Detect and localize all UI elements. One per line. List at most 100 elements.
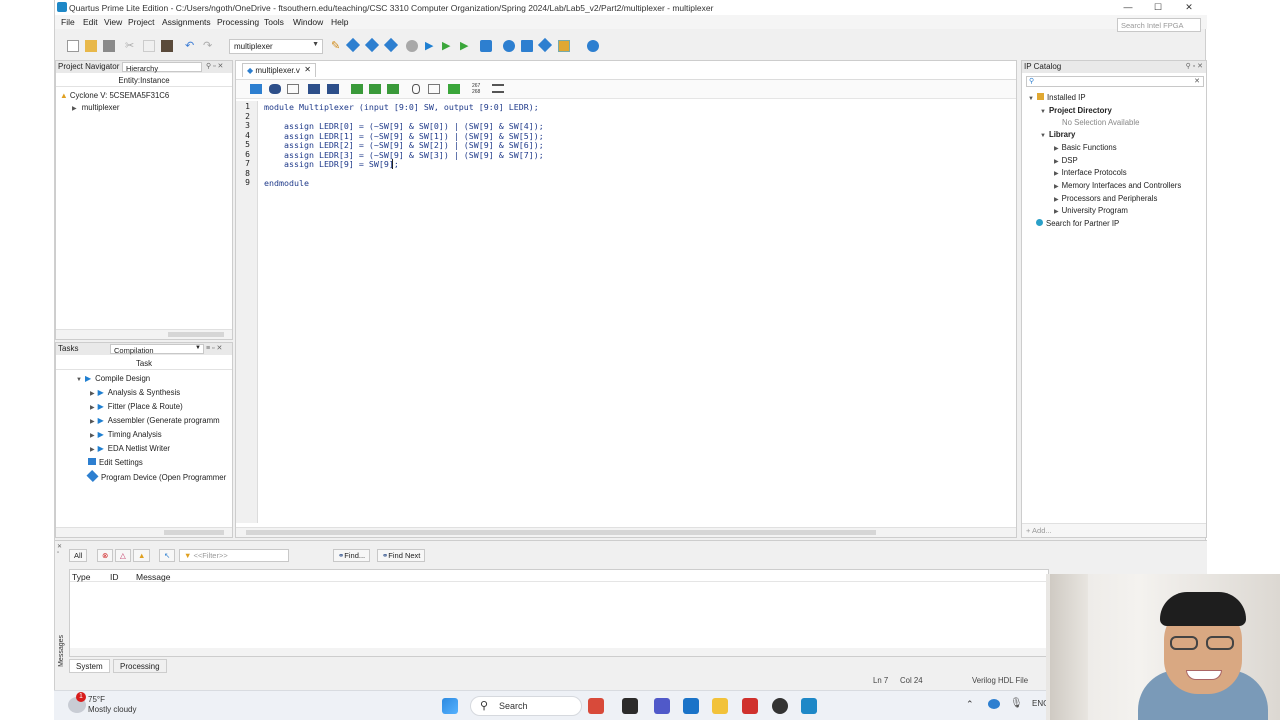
undo-icon[interactable]: ↶ [185,40,197,52]
stop-icon[interactable] [406,40,418,52]
minimize-button[interactable]: — [1121,1,1135,13]
close-button[interactable]: ✕ [1182,1,1196,13]
suppress-filter-icon[interactable]: ↖ [159,549,176,562]
search-intel-fpga-input[interactable]: Search Intel FPGA [1117,18,1201,32]
navigator-hscroll-thumb[interactable] [168,332,224,337]
tray-mic-icon[interactable]: 🎙 [1010,698,1023,709]
rtl-viewer-icon[interactable] [503,40,515,52]
error-filter-icon[interactable]: ⊗ [97,549,114,562]
comment-icon[interactable] [351,84,363,94]
go-to-icon[interactable] [448,84,460,94]
tab-multiplexer-v[interactable]: ◆ multiplexer.v ✕ [242,63,316,77]
app-icon[interactable] [588,698,604,714]
task-compile-design[interactable]: ▼ ▶ Compile Design [76,374,150,383]
menu-processing[interactable]: Processing [217,17,259,27]
device-row[interactable]: ▲ Cyclone V: 5CSEMA5F31C6 [60,91,169,100]
redo-icon[interactable]: ↷ [203,40,215,52]
timing-analyzer-icon[interactable] [480,40,492,52]
critical-warning-filter-icon[interactable]: △ [115,549,131,562]
tab-system[interactable]: System [69,659,110,673]
assignment-editor-icon[interactable] [345,37,361,53]
menu-project[interactable]: Project [128,17,154,27]
bookmark-next-icon[interactable] [327,84,339,94]
clear-search-icon[interactable]: ✕ [1194,77,1200,85]
tasks-hscroll[interactable] [56,527,232,537]
tasks-flow-combo[interactable]: Compilation ▼ [110,344,204,355]
insert-template-icon[interactable] [428,84,440,94]
panel-controls-icon[interactable]: ✕ ▫ [57,543,62,556]
tray-network-icon[interactable] [988,699,1000,709]
weather-desc[interactable]: Mostly cloudy [88,705,136,714]
analysis-synthesis-icon[interactable]: ▶ [442,40,454,52]
windows-start-icon[interactable] [442,698,458,714]
recording-app-icon[interactable] [772,698,788,714]
ip-item-partner-ip[interactable]: Search for Partner IP [1036,219,1119,228]
app-icon-2[interactable] [742,698,758,714]
ip-item-installed[interactable]: ▼ Installed IP [1028,93,1086,102]
find-next-button[interactable]: ⚭Find Next [377,549,426,562]
wrap-icon[interactable] [492,84,504,93]
cut-icon[interactable]: ✂ [125,40,137,52]
uncomment-icon[interactable] [369,84,381,94]
indent-icon[interactable] [287,84,299,94]
pencil-icon[interactable]: ✎ [331,40,343,52]
pin-planner-icon[interactable] [364,37,380,53]
navigator-view-combo[interactable]: Hierarchy [122,62,202,73]
task-view-icon[interactable] [622,698,638,714]
ip-item-library[interactable]: ▼ Library [1040,130,1075,139]
task-fitter[interactable]: ▶ ▶ Fitter (Place & Route) [90,402,183,411]
code-area[interactable]: module Multiplexer (input [9:0] SW, outp… [236,101,1016,523]
attach-icon[interactable] [412,84,420,94]
weather-temp[interactable]: 75°F [88,695,105,704]
editor-hscroll-thumb[interactable] [246,530,876,535]
add-ip-button[interactable]: + Add... [1026,526,1052,535]
template-icon[interactable] [387,84,399,94]
menu-tools[interactable]: Tools [264,17,284,27]
menu-assignments[interactable]: Assignments [162,17,211,27]
all-filter-button[interactable]: All [69,549,88,562]
start-compilation-icon[interactable]: ▶ [425,40,437,52]
ip-search-input[interactable]: ⚲ ✕ [1026,76,1204,87]
navigator-hscroll[interactable] [56,329,232,339]
file-explorer-icon[interactable] [712,698,728,714]
menu-help[interactable]: Help [331,17,348,27]
project-combo[interactable]: multiplexer ▼ [229,39,323,54]
help-chat-icon[interactable] [587,40,599,52]
menu-edit[interactable]: Edit [83,17,98,27]
find-button[interactable]: ⚭Find... [333,549,371,562]
fitter-icon[interactable]: ▶ [460,40,472,52]
messages-hscroll[interactable] [70,648,1048,656]
ip-item-university-program[interactable]: ▶ University Program [1054,206,1128,215]
copy-icon[interactable] [143,40,155,52]
task-analysis-synthesis[interactable]: ▶ ▶ Analysis & Synthesis [90,388,180,397]
outlook-icon[interactable] [683,698,699,714]
ip-item-basic-functions[interactable]: ▶ Basic Functions [1054,143,1117,152]
ip-item-dsp[interactable]: ▶ DSP [1054,156,1078,165]
chip-planner-icon[interactable] [383,37,399,53]
quartus-taskbar-icon[interactable] [801,698,817,714]
programmer-icon[interactable] [537,37,553,53]
task-program-device[interactable]: Program Device (Open Programmer [86,469,226,483]
menu-file[interactable]: File [61,17,75,27]
ip-item-processors[interactable]: ▶ Processors and Peripherals [1054,194,1157,203]
ip-item-memory-interfaces[interactable]: ▶ Memory Interfaces and Controllers [1054,181,1181,190]
ip-item-project-directory[interactable]: ▼ Project Directory [1040,106,1112,115]
save-icon[interactable] [103,40,115,52]
hierarchy-icon[interactable] [250,84,262,94]
task-timing-analysis[interactable]: ▶ ▶ Timing Analysis [90,430,162,439]
filter-input[interactable]: ▼ <<Filter>> [179,549,289,562]
taskbar-search[interactable]: ⚲ Search [470,696,582,716]
maximize-button[interactable]: ☐ [1151,1,1165,13]
task-assembler[interactable]: ▶ ▶ Assembler (Generate programm [90,416,220,425]
menu-window[interactable]: Window [293,17,323,27]
panel-controls-icon[interactable]: ⚲ ▫ ✕ [1186,62,1203,70]
entity-row[interactable]: ▶ multiplexer [72,103,120,112]
close-tab-icon[interactable]: ✕ [304,65,311,74]
line-numbers-icon[interactable]: 267 268 [472,83,484,95]
netlist-icon[interactable] [521,40,533,52]
ip-catalog-icon[interactable] [558,40,570,52]
open-folder-icon[interactable] [85,40,97,52]
task-edit-settings[interactable]: Edit Settings [88,458,143,467]
tab-processing[interactable]: Processing [113,659,167,673]
panel-controls-icon[interactable]: ≡ ▫ ✕ [206,344,222,352]
